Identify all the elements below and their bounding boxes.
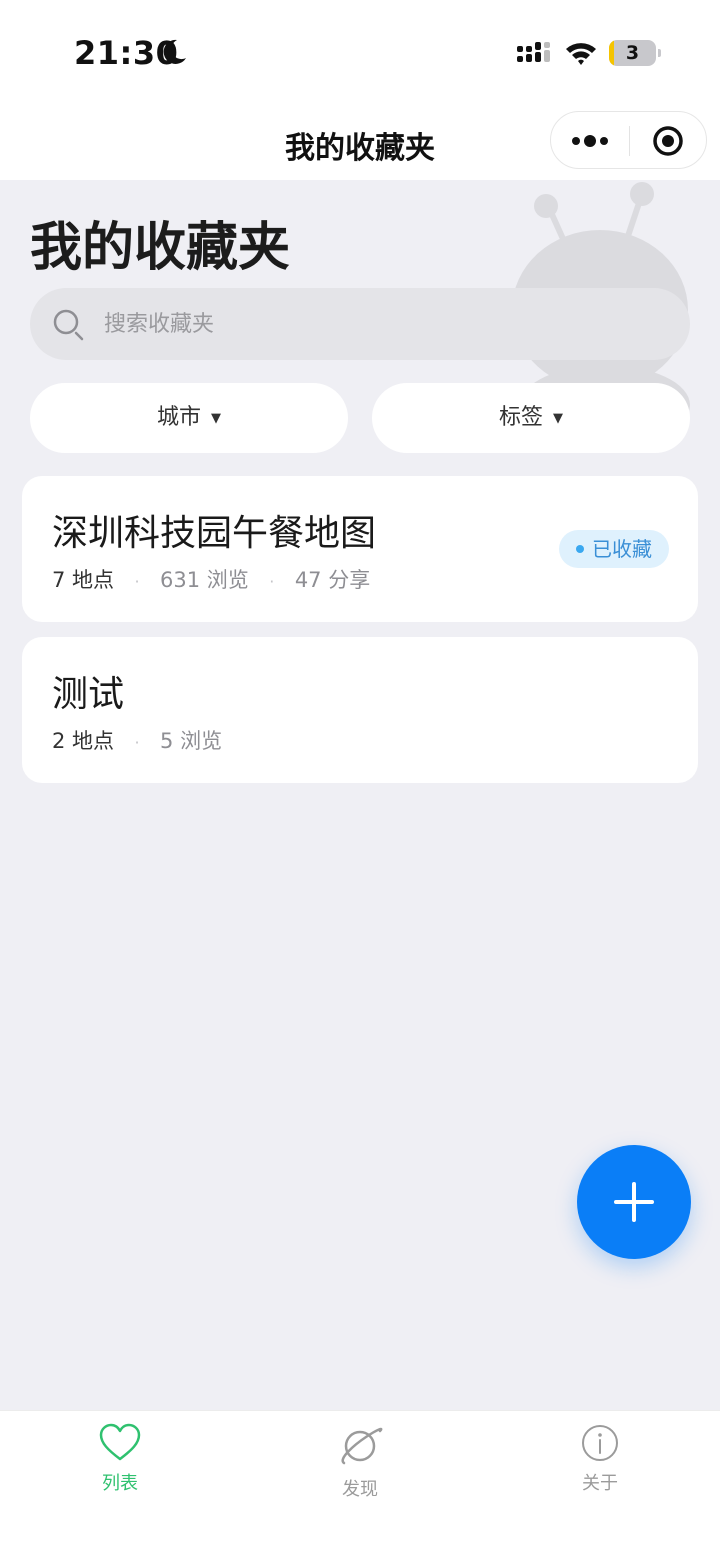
- collection-views: 5 浏览: [160, 729, 223, 753]
- caret-down-icon: ▼: [553, 411, 563, 426]
- favorited-badge: 已收藏: [559, 530, 669, 568]
- collection-places: 7 地点: [52, 568, 115, 592]
- meta-separator: ·: [134, 572, 140, 591]
- collection-title: 测试: [52, 674, 125, 715]
- filter-tag[interactable]: 标签 ▼: [372, 383, 690, 453]
- search-input[interactable]: [104, 288, 664, 360]
- tab-about[interactable]: 关于: [540, 1423, 660, 1503]
- collection-places: 2 地点: [52, 729, 115, 753]
- battery-cap: [658, 49, 661, 57]
- plus-icon: [614, 1182, 654, 1222]
- filter-tag-label: 标签: [498, 405, 543, 430]
- search-bar[interactable]: [30, 288, 690, 360]
- moon-icon: [163, 39, 186, 64]
- caret-down-icon: ▼: [211, 411, 221, 426]
- collection-card[interactable]: 深圳科技园午餐地图 7 地点 · 631 浏览 · 47 分享 已收藏: [22, 476, 698, 622]
- collection-meta: 7 地点 · 631 浏览 · 47 分享: [52, 564, 370, 594]
- tab-discover-label: 发现: [342, 1479, 378, 1500]
- collection-title: 深圳科技园午餐地图: [52, 513, 377, 554]
- collection-card[interactable]: 测试 2 地点 · 5 浏览: [22, 637, 698, 783]
- target-icon[interactable]: [652, 125, 684, 157]
- badge-label: 已收藏: [592, 537, 652, 561]
- meta-separator: ·: [134, 733, 140, 752]
- tab-list[interactable]: 列表: [60, 1423, 180, 1503]
- tab-list-label: 列表: [102, 1473, 138, 1494]
- info-icon: [582, 1425, 618, 1461]
- wifi-icon: [566, 43, 596, 65]
- navigation-bar: 我的收藏夹: [0, 105, 720, 180]
- capsule-divider: [629, 126, 630, 156]
- collection-views: 631 浏览: [160, 568, 249, 592]
- tab-bar: 列表 发现 关于: [0, 1410, 720, 1561]
- mini-program-capsule: [550, 111, 707, 169]
- filter-city-label: 城市: [156, 405, 201, 430]
- page-title: 我的收藏夹: [30, 218, 291, 278]
- tab-discover[interactable]: 发现: [300, 1423, 420, 1503]
- search-icon: [53, 309, 84, 341]
- battery-level: 3: [625, 42, 640, 64]
- collection-meta: 2 地点 · 5 浏览: [52, 725, 222, 755]
- heart-icon: [99, 1423, 141, 1461]
- planet-icon: [341, 1427, 383, 1465]
- more-icon[interactable]: [571, 132, 611, 150]
- tab-about-label: 关于: [582, 1473, 618, 1494]
- filter-city[interactable]: 城市 ▼: [30, 383, 348, 453]
- collection-shares: 47 分享: [294, 568, 371, 592]
- status-bar: 21:30 3: [0, 0, 720, 105]
- meta-separator: ·: [269, 572, 275, 591]
- badge-dot: [576, 545, 584, 553]
- add-collection-button[interactable]: [577, 1145, 691, 1259]
- cellular-signal-icon: [517, 42, 550, 62]
- battery-indicator: 3: [609, 40, 661, 66]
